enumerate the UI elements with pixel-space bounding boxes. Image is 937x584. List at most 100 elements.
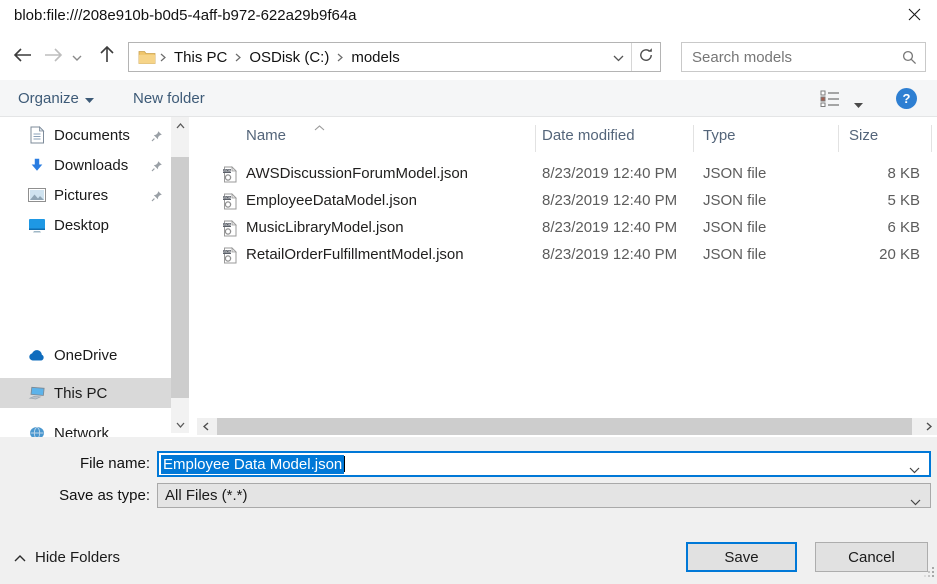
file-type: JSON file [703,165,766,182]
file-row[interactable]: JSON AWSDiscussionForumModel.json 8/23/2… [197,161,937,188]
file-size: 6 KB [817,219,920,236]
chevron-down-icon [854,95,863,112]
main-content: Documents Downloads Pictures [0,117,937,437]
address-dropdown-button[interactable] [605,43,631,71]
file-type: JSON file [703,246,766,263]
resize-grip[interactable] [924,565,935,582]
save-button[interactable]: Save [686,542,797,572]
sidebar-item-network[interactable]: Network [0,418,171,437]
up-arrow-icon [99,45,115,67]
up-button[interactable] [94,43,120,69]
refresh-icon [638,47,654,67]
sidebar-item-this-pc[interactable]: This PC [0,378,171,408]
column-header-row: Name Date modified Type Size [197,123,937,150]
save-as-type-select[interactable]: All Files (*.*) [157,483,931,508]
refresh-button[interactable] [632,43,660,71]
breadcrumb-separator-icon [333,53,347,62]
title-bar: blob:file:///208e910b-b0d5-4aff-b972-622… [0,0,937,32]
save-dialog-window: blob:file:///208e910b-b0d5-4aff-b972-622… [0,0,937,584]
scrollbar-thumb[interactable] [217,418,912,435]
column-divider [693,125,694,152]
close-button[interactable] [899,3,929,29]
file-type: JSON file [703,192,766,209]
sidebar-scrollbar[interactable] [171,117,189,433]
save-button-label: Save [724,549,758,566]
breadcrumb-item-this-pc[interactable]: This PC [170,49,231,66]
chevron-down-icon [910,493,921,510]
scroll-left-button[interactable] [197,418,214,435]
change-view-button[interactable] [820,90,840,111]
svg-text:JSON: JSON [223,169,232,173]
scrollbar-thumb[interactable] [171,157,189,398]
window-title: blob:file:///208e910b-b0d5-4aff-b972-622… [14,7,357,24]
navigation-bar: This PC OSDisk (C:) models [0,32,937,80]
file-row[interactable]: JSON RetailOrderFulfillmentModel.json 8/… [197,242,937,269]
chevron-down-icon [613,49,624,66]
sidebar-item-downloads[interactable]: Downloads [0,150,171,180]
hide-folders-button[interactable]: Hide Folders [14,549,120,566]
sidebar-item-label: OneDrive [54,347,117,364]
sidebar-item-desktop[interactable]: Desktop [0,210,171,240]
column-header-date-modified[interactable]: Date modified [542,127,635,144]
column-header-name[interactable]: Name [246,127,286,144]
chevron-down-icon[interactable] [909,461,920,478]
organize-button[interactable]: Organize [18,80,94,116]
onedrive-cloud-icon [28,346,46,364]
chevron-down-icon [85,90,94,107]
file-name-selected-text: Employee Data Model.json [161,455,344,474]
file-date-modified: 8/23/2019 12:40 PM [542,246,677,263]
back-button[interactable] [10,45,36,69]
sidebar-item-label: Downloads [54,157,128,174]
back-arrow-icon [13,48,33,66]
search-icon[interactable] [902,50,917,65]
column-divider [931,125,932,152]
cancel-button[interactable]: Cancel [815,542,928,572]
svg-text:JSON: JSON [223,250,232,254]
view-options-dropdown[interactable] [854,95,863,112]
column-divider [535,125,536,152]
scroll-right-button[interactable] [920,418,937,435]
pin-icon [151,159,163,176]
sidebar-item-onedrive[interactable]: OneDrive [0,340,171,370]
sidebar-item-label: Network [54,425,109,438]
breadcrumb-item-osdisk[interactable]: OSDisk (C:) [245,49,333,66]
sidebar-item-pictures[interactable]: Pictures [0,180,171,210]
help-button[interactable]: ? [896,88,917,109]
new-folder-button[interactable]: New folder [133,80,205,116]
scroll-down-button[interactable] [171,416,189,433]
document-icon [28,126,46,144]
breadcrumb-item-models[interactable]: models [347,49,403,66]
file-name: RetailOrderFulfillmentModel.json [246,246,464,263]
sidebar-item-label: This PC [54,385,107,402]
dialog-footer: File name: Employee Data Model.json Save… [0,437,937,584]
sidebar-item-documents[interactable]: Documents [0,120,171,150]
scroll-up-button[interactable] [171,117,189,134]
text-cursor [344,456,345,472]
pin-icon [151,189,163,206]
forward-arrow-icon [43,48,63,66]
folder-icon [138,50,156,64]
close-icon [908,8,921,25]
forward-button[interactable] [40,45,66,69]
json-file-icon: JSON [222,193,238,214]
file-name-label: File name: [0,455,150,472]
file-date-modified: 8/23/2019 12:40 PM [542,219,677,236]
file-row[interactable]: JSON EmployeeDataModel.json 8/23/2019 12… [197,188,937,215]
cancel-button-label: Cancel [848,549,895,566]
horizontal-scrollbar[interactable] [197,418,937,435]
file-name-input[interactable]: Employee Data Model.json [157,451,931,477]
address-bar[interactable]: This PC OSDisk (C:) models [128,42,661,72]
svg-text:JSON: JSON [223,196,232,200]
file-name: AWSDiscussionForumModel.json [246,165,468,182]
file-size: 20 KB [817,246,920,263]
command-toolbar: Organize New folder ? [0,80,937,117]
save-as-type-value: All Files (*.*) [165,487,248,504]
search-input[interactable]: Search models [681,42,926,72]
breadcrumb-separator-icon [156,53,170,62]
file-type: JSON file [703,219,766,236]
picture-icon [28,186,46,204]
recent-locations-button[interactable] [68,50,86,64]
file-row[interactable]: JSON MusicLibraryModel.json 8/23/2019 12… [197,215,937,242]
column-header-size[interactable]: Size [849,127,878,144]
column-header-type[interactable]: Type [703,127,736,144]
